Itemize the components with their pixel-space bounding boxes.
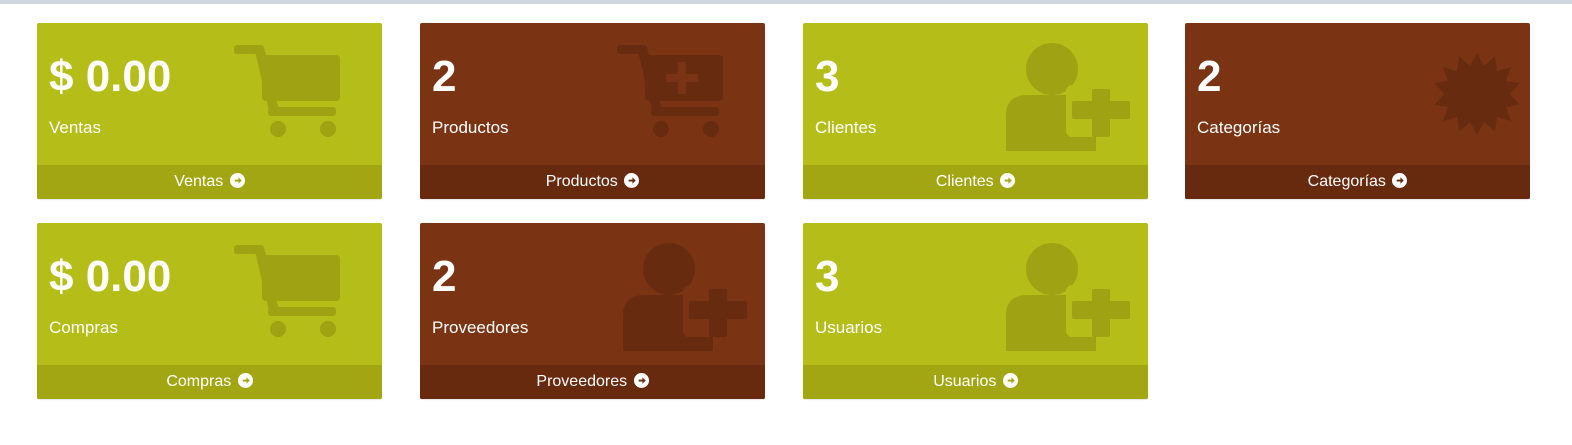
stat-value: 2 <box>432 52 457 101</box>
certificate-icon <box>1382 41 1522 151</box>
user-plus-icon <box>617 241 757 351</box>
stat-label: Productos <box>432 118 509 137</box>
stat-label: Categorías <box>1197 118 1281 137</box>
stat-box-productos[interactable]: 2 Productos Productos <box>420 23 765 199</box>
stat-box-usuarios[interactable]: 3 Usuarios Usuarios <box>803 223 1148 399</box>
more-info-link-categorias[interactable]: Categorías <box>1185 165 1530 199</box>
stat-value: 2 <box>1197 52 1222 101</box>
stat-label: Ventas <box>49 118 101 137</box>
footer-link-text: Compras <box>166 373 232 390</box>
stat-value: 3 <box>815 252 840 301</box>
more-info-link-clientes[interactable]: Clientes <box>803 165 1148 199</box>
dashboard-grid: $ 0.00 Ventas Ventas 2 Productos Product… <box>0 0 1572 445</box>
stat-label: Clientes <box>815 118 877 137</box>
stat-box-compras[interactable]: $ 0.00 Compras Compras <box>37 223 382 399</box>
footer-link-text: Proveedores <box>536 373 628 390</box>
arrow-circle-right-icon <box>1002 373 1018 388</box>
stat-label: Proveedores <box>432 318 529 337</box>
stat-value: 2 <box>432 252 457 301</box>
user-plus-icon <box>1000 41 1140 151</box>
stat-box-clientes[interactable]: 3 Clientes Clientes <box>803 23 1148 199</box>
footer-link-text: Categorías <box>1307 173 1386 190</box>
footer-link-text: Ventas <box>174 173 224 190</box>
footer-link-text: Usuarios <box>933 373 997 390</box>
stat-box-proveedores[interactable]: 2 Proveedores Proveedores <box>420 223 765 399</box>
shopping-cart-icon <box>234 41 374 151</box>
arrow-circle-right-icon <box>633 373 649 388</box>
footer-link-text: Clientes <box>935 173 994 190</box>
arrow-circle-right-icon <box>1000 173 1016 188</box>
stat-value: 3 <box>815 52 840 101</box>
arrow-circle-right-icon <box>229 173 245 188</box>
more-info-link-usuarios[interactable]: Usuarios <box>803 365 1148 399</box>
user-plus-icon <box>1000 241 1140 351</box>
cart-plus-icon <box>617 41 757 151</box>
stat-box-ventas[interactable]: $ 0.00 Ventas Ventas <box>37 23 382 199</box>
arrow-circle-right-icon <box>237 373 253 388</box>
stat-label: Compras <box>49 318 118 337</box>
shopping-cart-icon <box>234 241 374 351</box>
arrow-circle-right-icon <box>624 173 640 188</box>
stat-value: $ 0.00 <box>49 52 172 101</box>
more-info-link-proveedores[interactable]: Proveedores <box>420 365 765 399</box>
stat-label: Usuarios <box>815 318 883 337</box>
more-info-link-ventas[interactable]: Ventas <box>37 165 382 199</box>
stat-box-categorias[interactable]: 2 Categorías Categorías <box>1185 23 1530 199</box>
footer-link-text: Productos <box>545 173 618 190</box>
stat-value: $ 0.00 <box>49 252 172 301</box>
more-info-link-productos[interactable]: Productos <box>420 165 765 199</box>
more-info-link-compras[interactable]: Compras <box>37 365 382 399</box>
arrow-circle-right-icon <box>1392 173 1408 188</box>
